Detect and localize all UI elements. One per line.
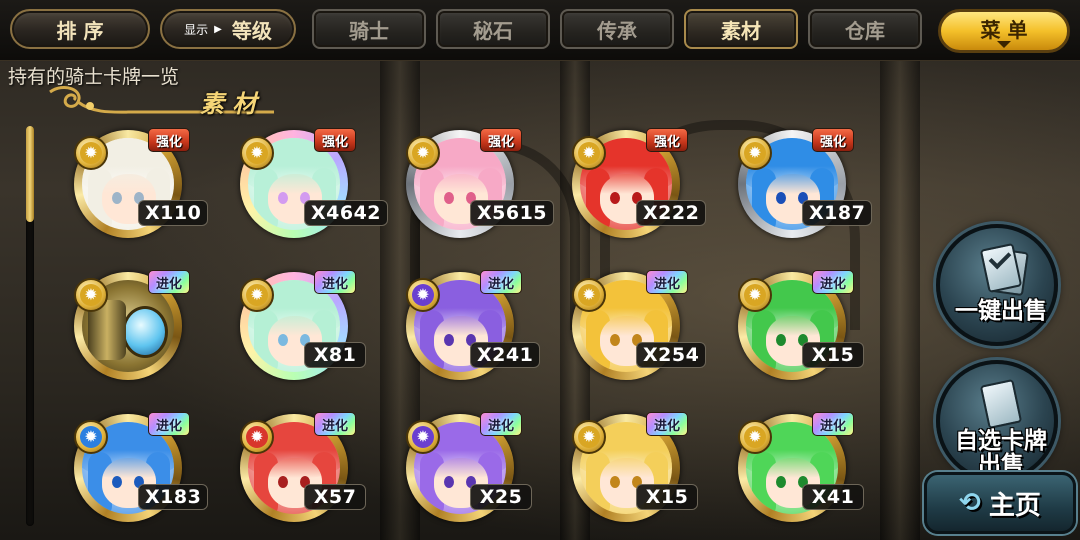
evolve-badge: 进化 bbox=[646, 412, 688, 436]
evolve-badge: 进化 bbox=[314, 270, 356, 294]
card-count: X254 bbox=[636, 342, 707, 368]
element-light-icon: ✹ bbox=[240, 136, 274, 170]
evolve-badge: 进化 bbox=[314, 412, 356, 436]
card-count: X15 bbox=[636, 484, 698, 510]
tab-inherit[interactable]: 传承 bbox=[560, 9, 674, 49]
element-dark-icon: ✹ bbox=[406, 420, 440, 454]
category-label: 素 材 bbox=[200, 89, 257, 118]
card-count: X57 bbox=[304, 484, 366, 510]
tab-label: 传承 bbox=[597, 18, 637, 43]
evolve-badge: 进化 bbox=[812, 412, 854, 436]
element-light-icon: ✹ bbox=[572, 420, 606, 454]
strengthen-badge: 强化 bbox=[812, 128, 854, 152]
tab-knights[interactable]: 骑士 bbox=[312, 9, 426, 49]
element-light-icon: ✹ bbox=[738, 420, 772, 454]
chevron-down-icon bbox=[997, 41, 1011, 48]
knight-card[interactable]: ✹ 进化 bbox=[72, 270, 196, 390]
element-light-icon: ✹ bbox=[572, 136, 606, 170]
display-value: 等级 bbox=[231, 18, 272, 43]
knight-card[interactable]: ✹ 进化 X15 bbox=[570, 412, 698, 532]
sort-label: 排 序 bbox=[56, 18, 104, 43]
tab-label: 素材 bbox=[721, 18, 761, 43]
scrollbar-thumb[interactable] bbox=[26, 126, 34, 222]
knight-card[interactable]: ✹ 强化 X4642 bbox=[238, 128, 389, 248]
tab-materials[interactable]: 素材 bbox=[684, 9, 798, 49]
knight-card[interactable]: ✹ 进化 X81 bbox=[238, 270, 366, 390]
element-light-icon: ✹ bbox=[738, 136, 772, 170]
sort-button[interactable]: 排 序 bbox=[10, 9, 150, 49]
card-count: X5615 bbox=[470, 200, 555, 226]
knight-card[interactable]: ✹ 进化 X183 bbox=[72, 412, 209, 532]
tab-label: 仓库 bbox=[845, 18, 885, 43]
tab-secret-stone[interactable]: 秘石 bbox=[436, 9, 550, 49]
knight-card[interactable]: ✹ 强化 X110 bbox=[72, 128, 209, 248]
quick-sell-button[interactable]: 一键出售 bbox=[936, 224, 1058, 346]
card-count: X183 bbox=[138, 484, 209, 510]
knight-card[interactable]: ✹ 强化 X222 bbox=[570, 128, 707, 248]
element-light-icon: ✹ bbox=[406, 136, 440, 170]
card-count: X222 bbox=[636, 200, 707, 226]
element-light-icon: ✹ bbox=[572, 278, 606, 312]
strengthen-badge: 强化 bbox=[646, 128, 688, 152]
card-count: X4642 bbox=[304, 200, 389, 226]
card-count: X241 bbox=[470, 342, 541, 368]
strengthen-badge: 强化 bbox=[148, 128, 190, 152]
knight-card[interactable]: ✹ 强化 X5615 bbox=[404, 128, 555, 248]
card-count: X81 bbox=[304, 342, 366, 368]
card-count: X41 bbox=[802, 484, 864, 510]
element-light-icon: ✹ bbox=[240, 278, 274, 312]
evolve-badge: 进化 bbox=[480, 412, 522, 436]
evolve-badge: 进化 bbox=[148, 412, 190, 436]
knight-card[interactable]: ✹ 进化 X241 bbox=[404, 270, 541, 390]
menu-button[interactable]: 菜 单 bbox=[938, 9, 1070, 53]
game-screen: 排 序 显示 ▶ 等级 骑士 秘石 传承 素材 仓库 菜 单 持有的骑士卡牌一览… bbox=[0, 0, 1080, 540]
quick-sell-label: 一键出售 bbox=[955, 297, 1047, 324]
menu-label: 菜 单 bbox=[980, 18, 1028, 42]
knight-card[interactable]: ✹ 进化 X15 bbox=[736, 270, 864, 390]
play-arrow-icon: ▶ bbox=[214, 23, 222, 35]
select-sell-label-1: 自选卡牌 bbox=[955, 427, 1047, 454]
tab-label: 秘石 bbox=[473, 18, 513, 43]
tab-warehouse[interactable]: 仓库 bbox=[808, 9, 922, 49]
element-water-icon: ✹ bbox=[74, 420, 108, 454]
evolve-badge: 进化 bbox=[646, 270, 688, 294]
evolve-badge: 进化 bbox=[480, 270, 522, 294]
background-pillar bbox=[880, 60, 920, 540]
element-light-icon: ✹ bbox=[74, 278, 108, 312]
select-sell-button[interactable]: 自选卡牌 出售 bbox=[936, 360, 1058, 482]
element-light-icon: ✹ bbox=[738, 278, 772, 312]
evolve-badge: 进化 bbox=[812, 270, 854, 294]
evolve-badge: 进化 bbox=[148, 270, 190, 294]
return-arrow-icon: ⟲ bbox=[959, 488, 981, 518]
knight-card[interactable]: ✹ 进化 X41 bbox=[736, 412, 864, 532]
card-count: X110 bbox=[138, 200, 209, 226]
knight-card[interactable]: ✹ 进化 X57 bbox=[238, 412, 366, 532]
strengthen-badge: 强化 bbox=[314, 128, 356, 152]
element-dark-icon: ✹ bbox=[406, 278, 440, 312]
card-count: X15 bbox=[802, 342, 864, 368]
tab-label: 骑士 bbox=[349, 18, 389, 43]
element-fire-icon: ✹ bbox=[240, 420, 274, 454]
display-prefix: 显示 bbox=[184, 22, 209, 37]
card-count: X25 bbox=[470, 484, 532, 510]
knight-card[interactable]: ✹ 进化 X254 bbox=[570, 270, 707, 390]
knight-card[interactable]: ✹ 强化 X187 bbox=[736, 128, 873, 248]
element-light-icon: ✹ bbox=[74, 136, 108, 170]
home-button[interactable]: ⟲ 主页 bbox=[924, 472, 1076, 534]
select-sell-label-2: 出售 bbox=[978, 452, 1024, 472]
card-icon bbox=[979, 378, 1023, 430]
strengthen-badge: 强化 bbox=[480, 128, 522, 152]
knight-card[interactable]: ✹ 进化 X25 bbox=[404, 412, 532, 532]
card-count: X187 bbox=[802, 200, 873, 226]
home-label: 主页 bbox=[988, 490, 1041, 521]
display-level-button[interactable]: 显示 ▶ 等级 bbox=[160, 9, 296, 49]
